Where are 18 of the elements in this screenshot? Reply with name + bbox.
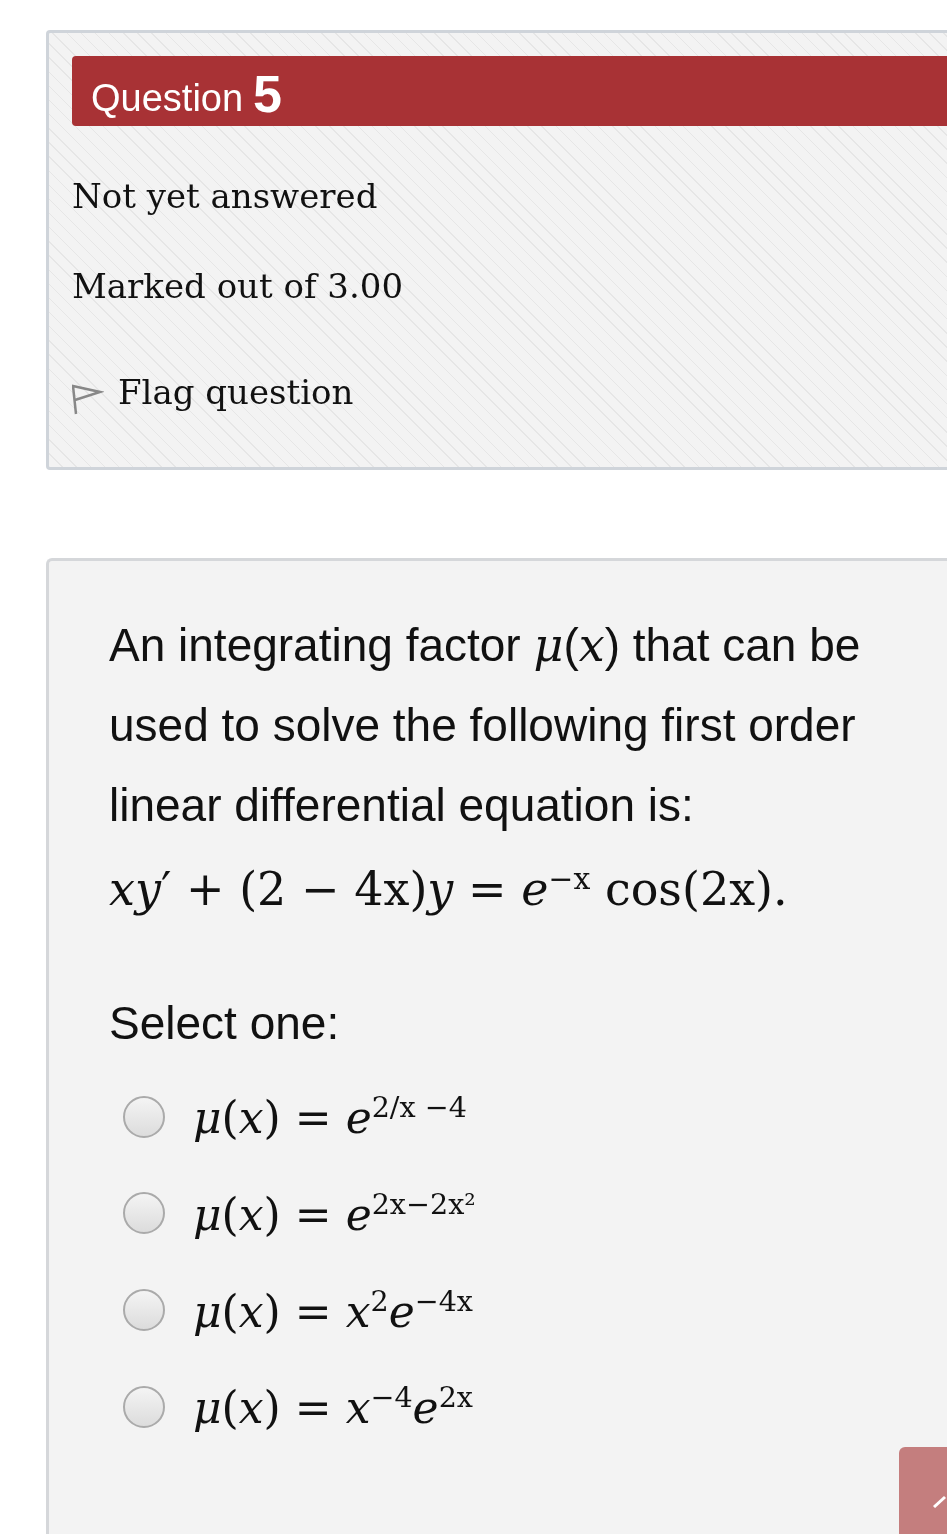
radio-button[interactable] <box>123 1095 165 1138</box>
answer-option[interactable]: μ(x) = e$^{2x−2x²}$ <box>193 1187 476 1240</box>
radio-button[interactable] <box>123 1288 165 1331</box>
radio-button[interactable] <box>123 1192 165 1235</box>
answer-option[interactable]: μ(x) = x$^{−4}$e$^{2x}$ <box>193 1380 473 1433</box>
answer-option[interactable]: μ(x) = e$^{2/x −4}$ <box>193 1090 467 1143</box>
answer-status: Not yet answered <box>72 176 378 216</box>
radio-button[interactable] <box>123 1385 165 1428</box>
equation: xy′ + (2 − 4x)y = e$^{−x}$ cos(2x). <box>109 861 788 917</box>
question-number: 5 <box>253 68 282 120</box>
select-prompt: Select one: <box>109 996 340 1051</box>
flag-question-button[interactable]: Flag question <box>72 368 354 416</box>
question-label: Question <box>91 77 244 120</box>
flag-icon <box>72 382 104 416</box>
answer-option[interactable]: μ(x) = x$^{2}$e$^{−4x}$ <box>193 1283 473 1337</box>
chevron-up-icon <box>933 1494 947 1508</box>
question-text: An integrating factor μ(x) that can be used to solve the following first order linear differential equation is: <box>109 617 862 833</box>
marks-text: Marked out of 3.00 <box>72 266 404 306</box>
